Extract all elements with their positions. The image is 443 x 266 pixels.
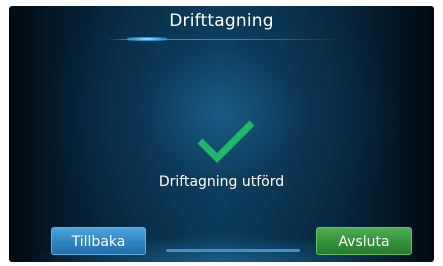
checkmark-stroke	[197, 120, 255, 163]
progress-bar	[166, 249, 300, 252]
header-divider-glow	[127, 37, 167, 41]
device-frame: Drifttagning Driftagning utförd Tillbaka…	[0, 0, 443, 266]
progress-bar-fill	[166, 249, 300, 252]
display-screen: Drifttagning Driftagning utförd Tillbaka…	[9, 6, 434, 262]
status-message: Driftagning utförd	[158, 174, 285, 190]
page-title: Drifttagning	[169, 11, 274, 31]
checkmark-icon	[197, 120, 255, 163]
back-button[interactable]: Tillbaka	[51, 227, 146, 255]
finish-button[interactable]: Avsluta	[316, 227, 412, 255]
